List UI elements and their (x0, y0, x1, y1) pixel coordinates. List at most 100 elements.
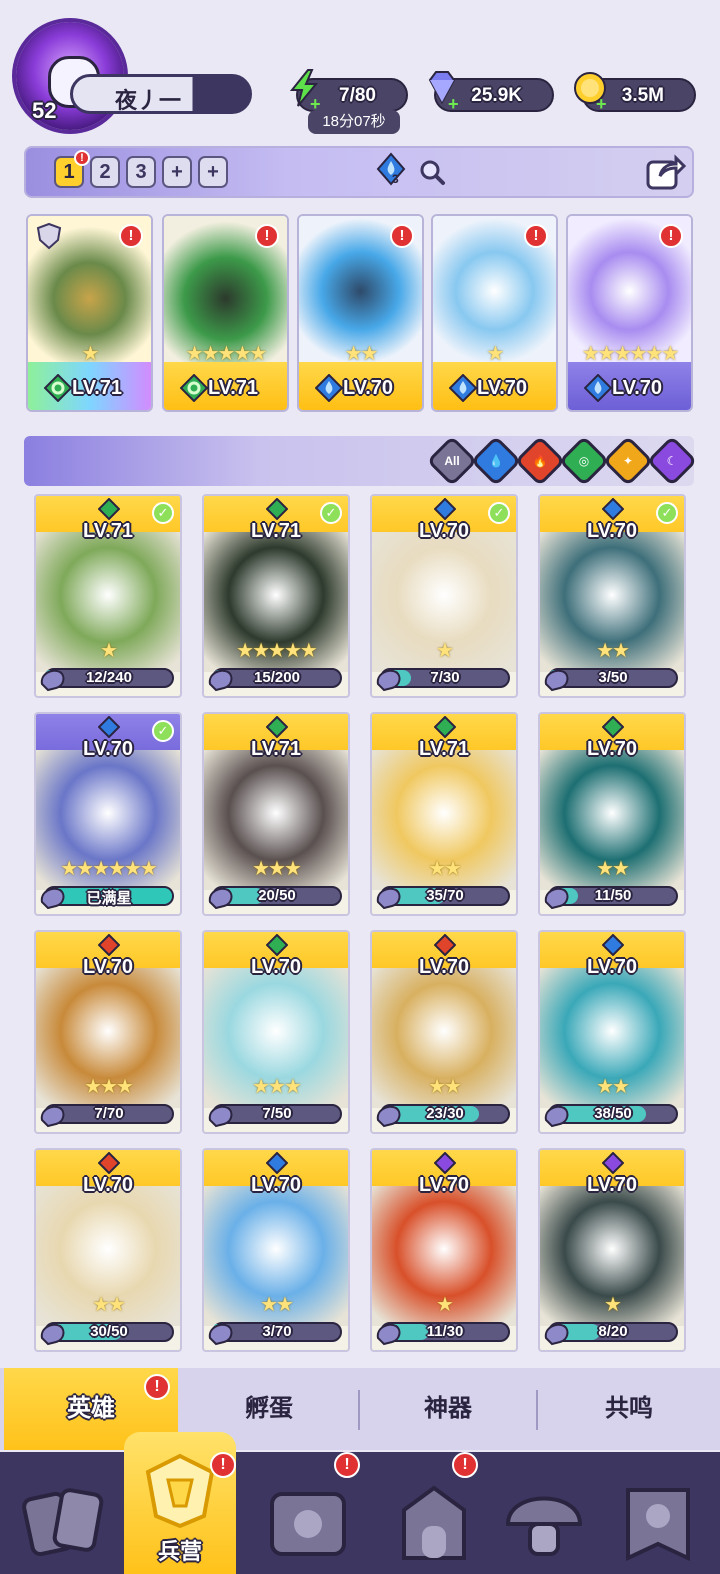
hero-card[interactable]: LV.70 ✓ ★★★★★★ 已满星 (34, 712, 182, 916)
hero-level: LV.71 (208, 377, 259, 399)
scroll-icon[interactable] (258, 1470, 358, 1570)
hero-card[interactable]: LV.70 ★★★ 7/50 (202, 930, 350, 1134)
team-lineup: ! ★ LV.71 ! ★★★★★ LV.71 ! ★★ LV.70 ! ★ L… (26, 214, 694, 414)
soul-shard-icon (208, 1105, 233, 1128)
check-icon: ✓ (320, 502, 342, 524)
soul-shard-icon (544, 669, 569, 692)
soul-shard-icon (208, 669, 233, 692)
plus-icon[interactable]: + (448, 94, 459, 115)
team-hero-card[interactable]: ! ★★★★★ LV.71 (162, 214, 289, 412)
hero-level: LV.70 (586, 1174, 638, 1196)
hero-card[interactable]: LV.70 ★ 8/20 (538, 1148, 686, 1352)
hero-level: LV.70 (418, 956, 470, 978)
hero-level: LV.70 (82, 956, 134, 978)
hero-level: LV.70 (82, 738, 134, 760)
energy-timer: 18分07秒 (308, 110, 400, 134)
star-rating: ★★★★★★ (60, 858, 158, 880)
team-hero-card[interactable]: ! ★★★★★★ LV.70 (566, 214, 693, 412)
star-rating: ★★★★★ (236, 640, 318, 662)
team-slot-add-1[interactable]: + (162, 156, 192, 188)
hero-card[interactable]: LV.70 ★ 11/30 (370, 1148, 518, 1352)
soul-shard-icon (544, 1323, 569, 1346)
player-level: 52 (32, 98, 57, 123)
hero-level: LV.70 (586, 520, 638, 542)
hero-level: LV.70 (612, 377, 663, 399)
hero-card[interactable]: LV.71 ✓ ★ 12/240 (34, 494, 182, 698)
star-rating: ★★★ (252, 1076, 302, 1098)
hero-card[interactable]: LV.71 ★★ 35/70 (370, 712, 518, 916)
nav-barracks-label: 兵营 (157, 1539, 202, 1564)
fire-element-icon: 🔥 (532, 454, 548, 468)
plus-icon[interactable]: + (596, 94, 607, 115)
alert-badge: ! (524, 224, 548, 248)
check-icon: ✓ (152, 502, 174, 524)
water-element-icon (449, 374, 477, 402)
water-element-icon (434, 498, 456, 520)
filter-fire-button[interactable]: 🔥 (514, 435, 566, 487)
gem-counter[interactable]: + 25.9K (428, 71, 554, 115)
star-rating: ★★ (428, 858, 462, 880)
check-icon: ✓ (488, 502, 510, 524)
water-element-icon (602, 498, 624, 520)
hero-card[interactable]: LV.70 ★★ 30/50 (34, 1148, 182, 1352)
hero-level: LV.70 (82, 1174, 134, 1196)
nav-barracks-button[interactable]: ! 兵营 (124, 1432, 236, 1574)
hero-card[interactable]: LV.71 ★★★ 20/50 (202, 712, 350, 916)
soul-shard-icon (376, 1105, 401, 1128)
star-rating: ★ (604, 1294, 622, 1316)
filter-dark-button[interactable]: ☾ (646, 435, 698, 487)
wind-element-icon: ◎ (578, 454, 590, 468)
dark-element-icon: ☾ (666, 454, 678, 468)
check-icon: ✓ (656, 502, 678, 524)
filter-all-button[interactable]: All (426, 435, 478, 487)
team-slot-add-2[interactable]: + (198, 156, 228, 188)
hero-level: LV.71 (418, 738, 470, 760)
banner-icon[interactable] (608, 1470, 708, 1570)
search-icon[interactable] (418, 158, 446, 186)
alert-badge: ! (390, 224, 414, 248)
player-name-bar[interactable]: 夜丿一 (70, 74, 252, 114)
filter-water-button[interactable]: 💧 (470, 435, 522, 487)
hero-card[interactable]: LV.70 ✓ ★ 7/30 (370, 494, 518, 698)
hero-card[interactable]: LV.70 ★★ 11/50 (538, 712, 686, 916)
mushroom-icon[interactable] (494, 1470, 594, 1570)
fire-element-icon (98, 1152, 120, 1174)
wind-element-icon (180, 374, 208, 402)
hero-card[interactable]: LV.70 ★★ 23/30 (370, 930, 518, 1134)
soul-shard-icon (544, 887, 569, 910)
filter-wind-button[interactable]: ◎ (558, 435, 610, 487)
soul-shard-icon (544, 1105, 569, 1128)
hero-level: LV.70 (250, 1174, 302, 1196)
player-name: 夜丿一 (115, 88, 182, 113)
soul-shard-icon (40, 669, 65, 692)
hero-card[interactable]: LV.70 ✓ ★★ 3/50 (538, 494, 686, 698)
team-hero-card[interactable]: ! ★★ LV.70 (297, 214, 424, 412)
soul-shard-icon (208, 887, 233, 910)
top-bar: 52 夜丿一 + 7/80 18分07秒 + 25.9K + 3.5M (0, 0, 720, 140)
gold-value: 3.5M (621, 85, 664, 106)
hero-card[interactable]: LV.71 ✓ ★★★★★ 15/200 (202, 494, 350, 698)
water-element-icon[interactable] (376, 152, 406, 186)
star-rating: ★★ (260, 1294, 294, 1316)
hero-level: LV.70 (343, 377, 394, 399)
filter-light-button[interactable]: ✦ (602, 435, 654, 487)
alert-badge: ! (210, 1452, 236, 1478)
gold-counter[interactable]: + 3.5M (574, 72, 696, 115)
cards-icon[interactable] (14, 1470, 114, 1570)
team-slot-2[interactable]: 2 (90, 156, 120, 188)
castle-icon[interactable] (384, 1470, 484, 1570)
hero-card[interactable]: LV.70 ★★ 3/70 (202, 1148, 350, 1352)
hero-card[interactable]: LV.70 ★★ 38/50 (538, 930, 686, 1134)
water-element-icon (315, 374, 343, 402)
team-hero-card[interactable]: ! ★ LV.71 (26, 214, 153, 412)
wind-element-icon (266, 716, 288, 738)
share-icon[interactable] (644, 152, 686, 192)
wind-element-icon (266, 934, 288, 956)
hero-card[interactable]: LV.70 ★★★ 7/70 (34, 930, 182, 1134)
energy-counter[interactable]: + 7/80 (289, 69, 408, 114)
team-slot-3[interactable]: 3 (126, 156, 156, 188)
tab-artifacts[interactable]: 神器 (360, 1368, 536, 1450)
hero-collection-grid: LV.71 ✓ ★ 12/240 LV.71 ✓ ★★★★★ 15/200 LV.70 ✓ ★ 7/3… (34, 494, 690, 1352)
tab-resonance[interactable]: 共鸣 (538, 1368, 720, 1450)
team-hero-card[interactable]: ! ★ LV.70 (431, 214, 558, 412)
